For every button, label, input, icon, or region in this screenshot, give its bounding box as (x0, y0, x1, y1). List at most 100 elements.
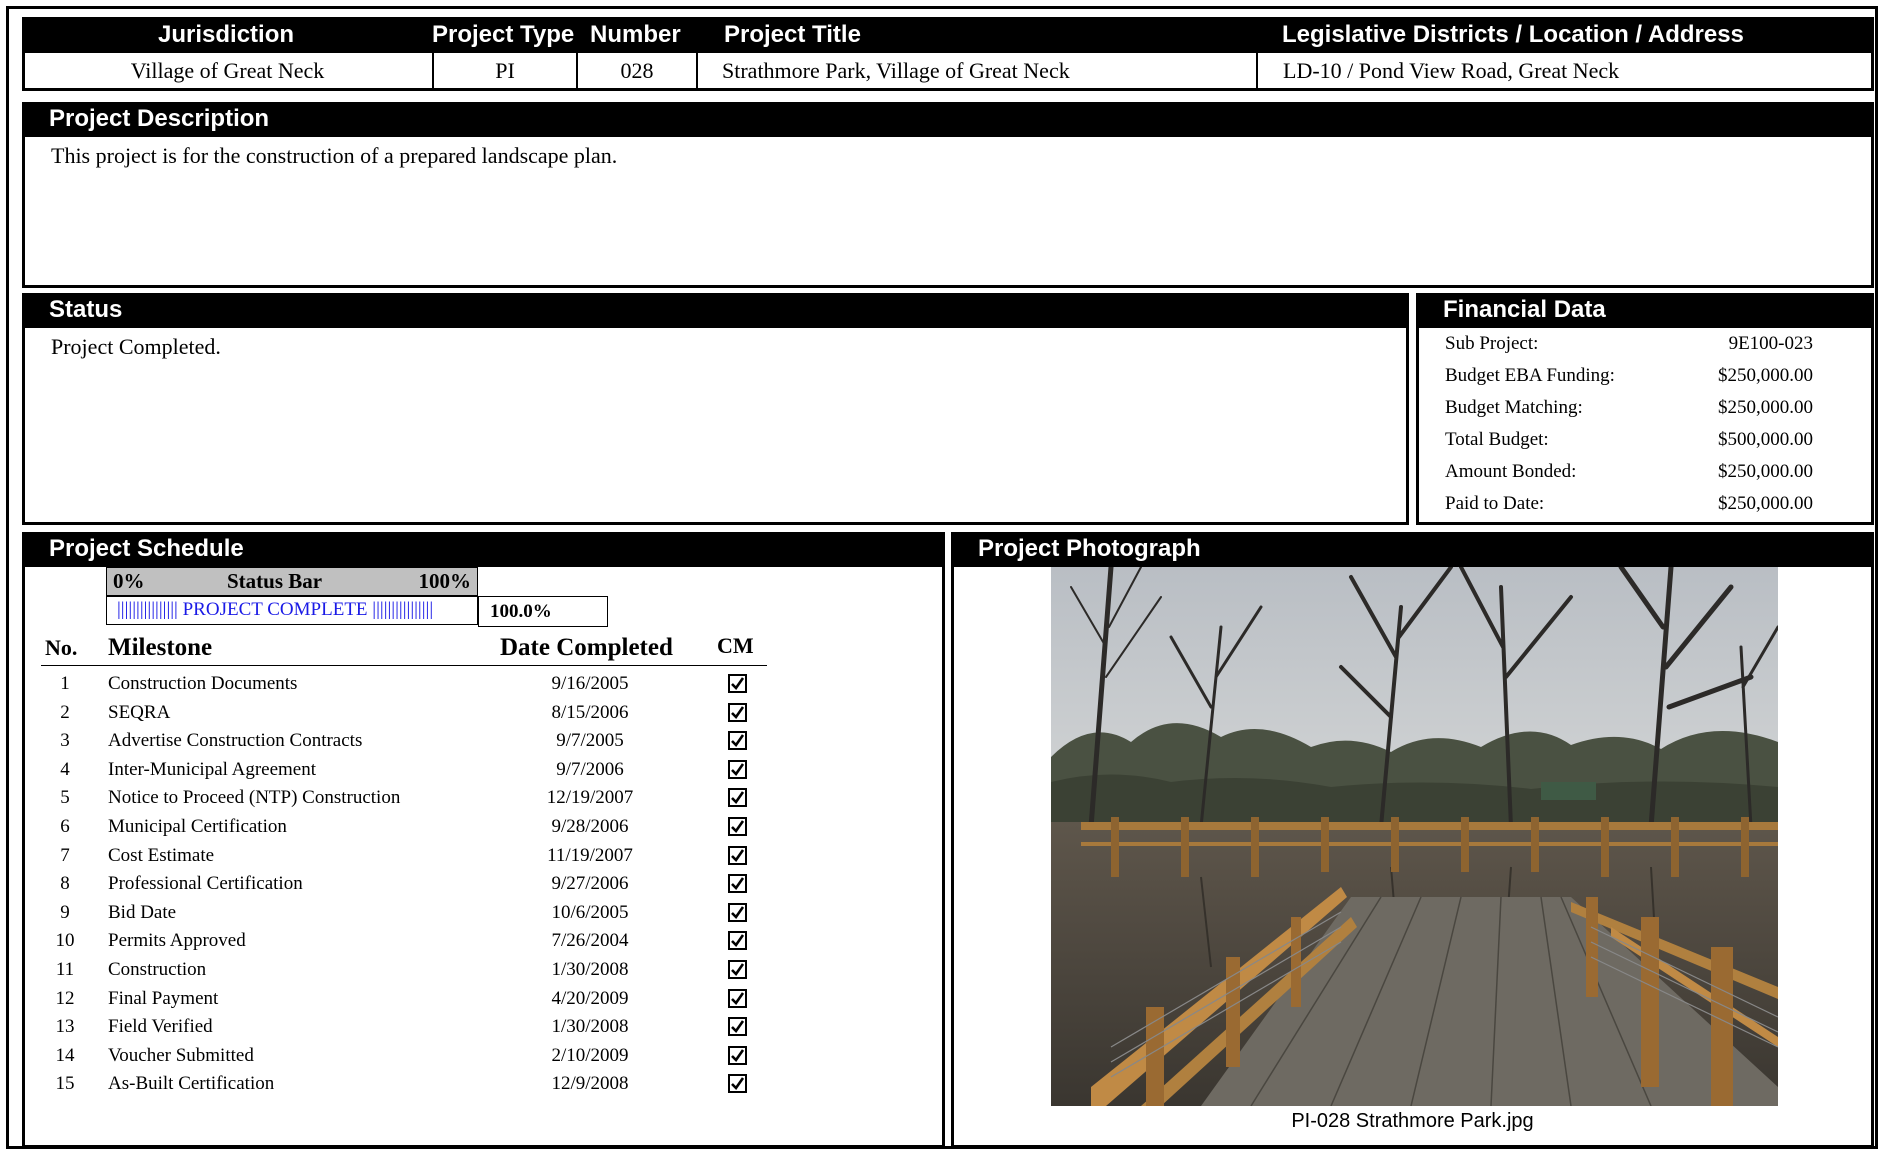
milestone-no: 8 (60, 873, 70, 895)
milestone-date: 9/7/2006 (556, 758, 624, 780)
milestone-no: 15 (55, 1073, 75, 1095)
milestone-no: 6 (60, 816, 70, 837)
milestone-name: Inter-Municipal Agreement (108, 758, 317, 780)
fin-row-paid-to-date: Paid to Date: $250,000.00 (1445, 493, 1813, 514)
milestone-name: Municipal Certification (108, 816, 287, 837)
col-number: Number (590, 21, 681, 48)
milestone-row: 12 Final Payment 4/20/2009 (25, 985, 785, 1014)
milestone-name: SEQRA (108, 701, 171, 723)
col-no: No. (45, 635, 78, 660)
description-header: Project Description (22, 102, 1874, 137)
milestone-no: 13 (55, 1016, 75, 1038)
fin-row-sub-project: Sub Project: 9E100-023 (1445, 333, 1813, 354)
col-date-completed: Date Completed (500, 634, 673, 661)
milestone-row: 9 Bid Date 10/6/2005 (25, 899, 785, 928)
milestone-row: 14 Voucher Submitted 2/10/2009 (25, 1042, 785, 1071)
milestone-no: 1 (60, 673, 70, 694)
cm-checkbox[interactable] (728, 788, 747, 808)
col-milestone: Milestone (108, 634, 213, 661)
cm-checkbox[interactable] (728, 702, 747, 722)
status-bar-header: 0% Status Bar 100% (106, 567, 478, 596)
check-icon (731, 1020, 745, 1034)
number-value: 028 (620, 58, 654, 83)
check-icon (731, 1049, 745, 1062)
cm-checkbox[interactable] (728, 817, 747, 836)
header-bar: Jurisdiction Project Type Number Project… (22, 17, 1874, 53)
milestone-no: 14 (55, 1044, 75, 1066)
cm-checkbox[interactable] (728, 674, 747, 693)
milestone-row: 1 Construction Documents 9/16/2005 (25, 670, 785, 699)
check-icon (731, 991, 745, 1005)
status-panel: Project Completed. (22, 328, 1409, 525)
milestone-date: 8/15/2006 (551, 701, 629, 723)
milestone-row: 6 Municipal Certification 9/28/2006 (25, 813, 785, 842)
project-type-value: PI (495, 58, 515, 83)
cm-checkbox[interactable] (728, 874, 747, 894)
status-text: Project Completed. (51, 334, 221, 359)
check-icon (731, 963, 745, 977)
milestone-name: Permits Approved (108, 930, 246, 952)
check-icon (731, 1077, 745, 1091)
check-icon (731, 934, 745, 948)
milestone-date: 1/30/2008 (551, 1016, 629, 1038)
cm-checkbox[interactable] (728, 1074, 747, 1094)
milestone-date: 1/30/2008 (551, 959, 629, 980)
description-text: This project is for the construction of … (51, 143, 618, 168)
milestone-row: 13 Field Verified 1/30/2008 (25, 1013, 785, 1042)
location-value: LD-10 / Pond View Road, Great Neck (1283, 58, 1620, 83)
project-title-value: Strathmore Park, Village of Great Neck (722, 58, 1070, 83)
header-data-row: Village of Great Neck PI 028 Strathmore … (22, 53, 1874, 91)
milestone-row: 5 Notice to Proceed (NTP) Construction 12/… (25, 784, 785, 813)
milestone-row: 10 Permits Approved 7/26/2004 (25, 927, 785, 956)
col-cm: CM (717, 633, 754, 658)
milestone-date: 9/28/2006 (551, 816, 629, 837)
col-project-type: Project Type (432, 21, 575, 48)
milestone-row: 15 As-Built Certification 12/9/2008 (25, 1070, 785, 1099)
cm-checkbox[interactable] (728, 1045, 747, 1065)
status-percent: 100.0% (490, 601, 552, 622)
milestone-no: 4 (60, 758, 70, 780)
jurisdiction-value: Village of Great Neck (130, 58, 325, 83)
cm-checkbox[interactable] (728, 902, 747, 922)
milestone-date: 4/20/2009 (551, 987, 629, 1009)
financial-title: Financial Data (1443, 296, 1606, 323)
status-header: Status (22, 293, 1409, 328)
milestone-name: Professional Certification (108, 873, 303, 895)
milestone-name: As-Built Certification (108, 1073, 275, 1095)
check-icon (731, 705, 745, 719)
milestone-date: 12/9/2008 (551, 1073, 629, 1095)
milestone-name: Construction Documents (108, 673, 298, 694)
check-icon (731, 877, 745, 891)
fin-row-total-budget: Total Budget: $500,000.00 (1445, 429, 1813, 450)
check-icon (731, 848, 745, 862)
milestone-name: Voucher Submitted (108, 1044, 254, 1066)
cm-checkbox[interactable] (728, 1017, 747, 1037)
photo-panel: PI-028 Strathmore Park.jpg (951, 567, 1874, 1148)
cm-checkbox[interactable] (728, 731, 747, 751)
schedule-title: Project Schedule (49, 535, 244, 562)
milestone-name: Advertise Construction Contracts (108, 730, 363, 752)
fin-row-eba-funding: Budget EBA Funding: $250,000.00 (1445, 365, 1813, 386)
description-title: Project Description (49, 105, 270, 132)
project-photo (1051, 567, 1778, 1106)
milestone-name: Construction (108, 959, 207, 980)
status-title: Status (49, 296, 123, 323)
milestone-no: 9 (60, 901, 70, 923)
milestone-no: 7 (60, 844, 70, 866)
status-bar-track: |||||||||||||||| PROJECT COMPLETE ||||||… (106, 596, 478, 625)
cm-checkbox[interactable] (728, 845, 747, 865)
cm-checkbox[interactable] (728, 988, 747, 1008)
milestone-name: Final Payment (108, 987, 219, 1009)
milestone-no: 2 (60, 701, 70, 723)
description-panel: This project is for the construction of … (22, 137, 1874, 288)
milestone-no: 12 (55, 987, 75, 1009)
milestone-no: 5 (60, 787, 70, 809)
milestone-no: 11 (55, 959, 75, 980)
schedule-panel: 0% Status Bar 100% |||||||||||||||| PROJ… (22, 567, 945, 1148)
cm-checkbox[interactable] (728, 960, 747, 979)
check-icon (731, 677, 745, 691)
status-bar-text: |||||||||||||||| PROJECT COMPLETE ||||||… (117, 599, 434, 620)
col-location: Legislative Districts / Location / Addre… (1282, 21, 1744, 48)
cm-checkbox[interactable] (728, 759, 747, 779)
cm-checkbox[interactable] (728, 931, 747, 951)
